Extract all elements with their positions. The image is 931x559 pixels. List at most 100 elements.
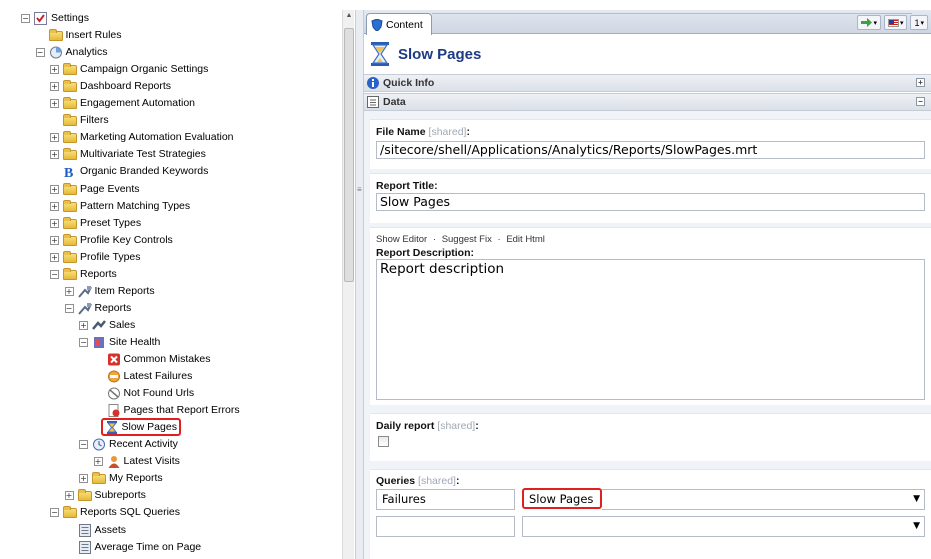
- tree-node[interactable]: Pages that Report Errors: [94, 402, 240, 418]
- tree-node-label[interactable]: Pattern Matching Types: [80, 200, 190, 212]
- dropdown-arrow-icon[interactable]: ▼: [913, 490, 920, 509]
- expand-icon[interactable]: +: [64, 490, 74, 500]
- tree-node-label[interactable]: Analytics: [66, 46, 108, 58]
- tree-node-label[interactable]: Slow Pages: [122, 421, 177, 433]
- tree-node[interactable]: + Sales: [79, 317, 135, 333]
- show-editor-link[interactable]: Show Editor: [376, 234, 427, 245]
- expand-icon[interactable]: +: [916, 78, 925, 87]
- version-button[interactable]: 1 ▾: [910, 15, 928, 30]
- query-name-input[interactable]: [376, 516, 515, 537]
- tree-node[interactable]: + Marketing Automation Evaluation: [50, 129, 234, 145]
- tree-node-label[interactable]: Organic Branded Keywords: [80, 165, 208, 177]
- tree-node-selected[interactable]: Slow Pages: [100, 418, 181, 436]
- tree-node[interactable]: + Latest Visits: [93, 453, 180, 469]
- scrollbar-thumb[interactable]: [344, 28, 354, 282]
- expand-icon[interactable]: +: [79, 473, 88, 483]
- collapse-icon[interactable]: −: [50, 269, 59, 279]
- tree-node[interactable]: Insert Rules: [36, 27, 122, 43]
- expand-icon[interactable]: +: [50, 132, 59, 142]
- expand-icon[interactable]: +: [93, 456, 103, 466]
- tree-node-label[interactable]: Reports: [95, 302, 132, 314]
- tree-node-label[interactable]: Settings: [51, 12, 89, 24]
- expand-icon[interactable]: +: [50, 64, 59, 74]
- tree-node[interactable]: + Profile Key Controls: [50, 232, 173, 248]
- tree-node[interactable]: + Multivariate Test Strategies: [50, 146, 206, 162]
- scroll-up-arrow-icon[interactable]: ▲: [344, 12, 354, 24]
- query-select[interactable]: ▼: [522, 516, 925, 537]
- tree-node-label[interactable]: Subreports: [95, 489, 146, 501]
- tree-node[interactable]: + Engagement Automation: [50, 95, 195, 111]
- tree-node-label[interactable]: Site Health: [109, 336, 160, 348]
- tree-node-label[interactable]: Latest Visits: [124, 455, 180, 467]
- edit-html-link[interactable]: Edit Html: [506, 234, 545, 245]
- tree-node[interactable]: B Organic Branded Keywords: [50, 163, 208, 181]
- tree-node[interactable]: Average Time on Page: [65, 539, 202, 555]
- tree-node[interactable]: + Preset Types: [50, 215, 141, 231]
- expand-icon[interactable]: +: [50, 184, 59, 194]
- query-name-input[interactable]: Failures: [376, 489, 515, 510]
- collapse-icon[interactable]: −: [79, 337, 88, 347]
- collapse-icon[interactable]: −: [79, 439, 88, 449]
- tree-node[interactable]: − Analytics: [35, 44, 108, 60]
- tree-node-label[interactable]: Latest Failures: [124, 370, 193, 382]
- tab-content[interactable]: Content: [366, 13, 432, 35]
- tree-scrollbar[interactable]: ▲: [342, 10, 354, 559]
- report-title-input[interactable]: Slow Pages: [376, 193, 925, 211]
- tree-node[interactable]: − Site Health: [79, 334, 160, 350]
- tree-node[interactable]: − Reports: [50, 266, 117, 282]
- expand-icon[interactable]: +: [79, 320, 88, 330]
- tree-node[interactable]: + Item Reports: [64, 283, 155, 299]
- tree-node-label[interactable]: Pages that Report Errors: [124, 404, 240, 416]
- expand-icon[interactable]: +: [50, 81, 59, 91]
- tree-node-label[interactable]: Page Events: [80, 183, 140, 195]
- dropdown-arrow-icon[interactable]: ▼: [913, 517, 920, 536]
- tree-node-label[interactable]: Item Reports: [95, 285, 155, 297]
- tree-node-label[interactable]: My Reports: [109, 472, 163, 484]
- expand-icon[interactable]: +: [64, 286, 74, 296]
- tree-node[interactable]: + Subreports: [64, 487, 146, 503]
- file-name-input[interactable]: /sitecore/shell/Applications/Analytics/R…: [376, 141, 925, 159]
- tree-node-label[interactable]: Recent Activity: [109, 438, 178, 450]
- collapse-icon[interactable]: −: [50, 507, 59, 517]
- pane-splitter[interactable]: ≡: [355, 10, 364, 559]
- tree-node[interactable]: Not Found Urls: [94, 385, 195, 401]
- expand-icon[interactable]: +: [50, 98, 59, 108]
- tree-node-label[interactable]: Average Time on Page: [95, 541, 202, 553]
- tree-node[interactable]: + Profile Types: [50, 249, 141, 265]
- tree-node[interactable]: Assets: [65, 522, 127, 538]
- tree-node-label[interactable]: Not Found Urls: [124, 387, 195, 399]
- tree-node-label[interactable]: Reports SQL Queries: [80, 506, 180, 518]
- collapse-icon[interactable]: −: [64, 303, 74, 313]
- tree-node[interactable]: + My Reports: [79, 470, 163, 486]
- tree-node-label[interactable]: Reports: [80, 268, 117, 280]
- tree-node-label[interactable]: Assets: [95, 524, 127, 536]
- tree-node-label[interactable]: Profile Key Controls: [80, 234, 173, 246]
- tree-node-label[interactable]: Multivariate Test Strategies: [80, 148, 206, 160]
- tree-node[interactable]: Latest Failures: [94, 368, 193, 384]
- tree-node[interactable]: + Campaign Organic Settings: [50, 61, 208, 77]
- tree-node-label[interactable]: Dashboard Reports: [80, 80, 171, 92]
- tree-node[interactable]: + Dashboard Reports: [50, 78, 171, 94]
- splitter-grip-icon[interactable]: ≡: [357, 185, 362, 194]
- tree-node[interactable]: + Page Events: [50, 181, 140, 197]
- report-description-editor[interactable]: Report description: [376, 259, 925, 400]
- tree-node[interactable]: + Pattern Matching Types: [50, 198, 190, 214]
- tree-node[interactable]: − Reports: [64, 300, 132, 316]
- expand-icon[interactable]: +: [50, 201, 59, 211]
- tree-node[interactable]: − Recent Activity: [79, 436, 178, 452]
- tree-node-label[interactable]: Profile Types: [80, 251, 141, 263]
- tree-node[interactable]: − Reports SQL Queries: [50, 504, 180, 520]
- suggest-fix-link[interactable]: Suggest Fix: [442, 234, 492, 245]
- tree-node[interactable]: − Settings: [21, 10, 89, 26]
- expand-icon[interactable]: +: [50, 235, 59, 245]
- collapse-icon[interactable]: −: [35, 47, 45, 57]
- tree-node-label[interactable]: Common Mistakes: [124, 353, 211, 365]
- tree-node[interactable]: Filters: [50, 112, 109, 128]
- tree-node-label[interactable]: Sales: [109, 319, 135, 331]
- tree-node[interactable]: Common Mistakes: [94, 351, 211, 367]
- collapse-icon[interactable]: −: [21, 13, 30, 23]
- navigate-button[interactable]: ▾: [857, 15, 881, 30]
- tree-node-label[interactable]: Engagement Automation: [80, 97, 195, 109]
- expand-icon[interactable]: +: [50, 252, 59, 262]
- quick-info-section[interactable]: Quick Info +: [364, 74, 931, 92]
